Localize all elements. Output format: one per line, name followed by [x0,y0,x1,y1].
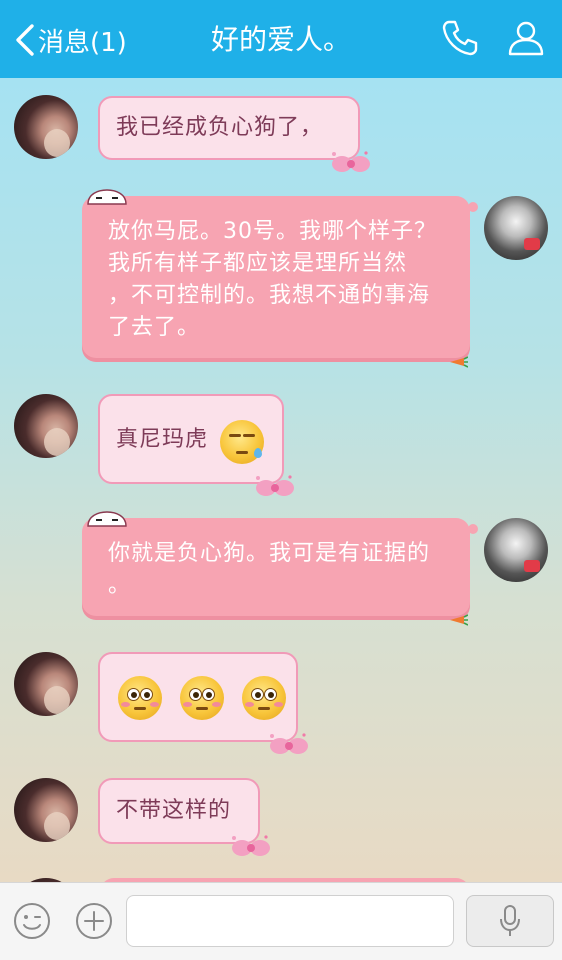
message-text: 真尼玛虎 [116,427,209,452]
phone-icon[interactable] [440,18,480,58]
carrot-decoration-icon [450,614,468,626]
back-button[interactable]: 消息(1) [14,20,127,60]
flushed-emoji-icon [242,676,286,720]
message-line: 我所有样子都应该是理所当然 [108,251,408,276]
message-bubble-received[interactable]: 不带这样的 [98,778,270,856]
chat-area[interactable]: 我已经成负心狗了， 放你马屁。30号。我哪个样子？ 我所有样子都应该是理所当然 … [0,78,562,882]
bunny-decoration-icon [87,511,127,527]
bow-decoration-icon [270,733,308,754]
message-bubble-sent[interactable]: 你就是负心狗。我可是有证据的 。 [82,511,470,626]
contact-avatar[interactable] [14,95,78,159]
input-bar [0,882,562,960]
message-bubble-received[interactable]: 真尼玛虎 [98,394,294,496]
chevron-left-icon [16,24,34,56]
my-avatar[interactable] [484,518,548,582]
bunny-decoration-icon [87,189,127,205]
message-line: 你就是负心狗。我可是有证据的 [108,541,431,566]
contact-avatar[interactable] [14,778,78,842]
tired-sweat-emoji-icon [220,420,264,464]
person-icon[interactable] [506,18,546,58]
bow-decoration-icon [332,151,370,172]
contact-avatar[interactable] [14,652,78,716]
message-line: 。 [108,573,132,598]
flushed-emoji-icon [118,676,162,720]
carrot-decoration-icon [450,356,468,368]
voice-button[interactable] [466,895,554,947]
message-bubble-received[interactable] [98,652,308,754]
my-avatar[interactable] [484,196,548,260]
bow-decoration-icon [256,475,294,496]
plus-icon[interactable] [74,901,114,941]
microphone-icon [500,905,520,936]
message-line: ，不可控制的。我想不通的事海 [108,283,431,308]
message-text: 不带这样的 [116,798,232,823]
chat-header: 消息(1) 好的爱人。 [0,0,562,78]
back-label: 消息(1) [38,27,127,58]
message-bubble-sent[interactable]: 放你马屁。30号。我哪个样子？ 我所有样子都应该是理所当然 ，不可控制的。我想不… [82,189,470,368]
message-line: 了去了。 [108,315,201,340]
smiley-icon[interactable] [12,901,52,941]
message-line: 放你马屁。30号。我哪个样子？ [108,219,437,244]
contact-avatar[interactable] [14,394,78,458]
chat-title: 好的爱人。 [210,23,351,56]
bow-decoration-icon [232,835,270,856]
message-text: 我已经成负心狗了， [116,115,324,140]
message-bubble-received[interactable]: 我已经成负心狗了， [98,96,370,172]
message-input[interactable] [126,895,454,947]
flushed-emoji-icon [180,676,224,720]
